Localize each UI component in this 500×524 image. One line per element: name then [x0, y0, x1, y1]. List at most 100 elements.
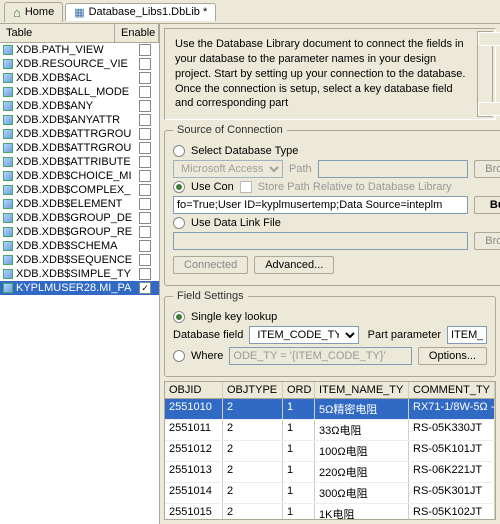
enable-checkbox[interactable]: ✓	[139, 282, 151, 294]
grid-row[interactable]: 2551015211K电阻RS-05K102JT	[165, 504, 495, 519]
enable-checkbox[interactable]	[139, 128, 151, 140]
part-param-input[interactable]	[447, 326, 487, 344]
table-icon	[3, 45, 13, 55]
store-relative-checkbox	[240, 181, 252, 193]
grid-cell: 2551011	[165, 420, 223, 440]
table-item-label: XDB.XDB$ELEMENT	[16, 198, 139, 210]
table-list-item[interactable]: XDB.XDB$SIMPLE_TY	[0, 267, 159, 281]
grid-cell: RX71-1/8W-5Ω -0.0	[409, 399, 495, 419]
table-list-item[interactable]: XDB.XDB$GROUP_DE	[0, 211, 159, 225]
grid-cell: 1K电阻	[315, 504, 409, 519]
radio-select-db-type[interactable]	[173, 145, 185, 157]
grid-row[interactable]: 255101221100Ω电阻RS-05K101JT	[165, 441, 495, 462]
enable-checkbox[interactable]	[139, 156, 151, 168]
store-relative-label: Store Path Relative to Database Library	[258, 181, 452, 193]
enable-checkbox[interactable]	[139, 44, 151, 56]
enable-checkbox[interactable]	[139, 58, 151, 70]
table-list-header: Table Enable	[0, 24, 159, 43]
grid-cell: 2	[223, 462, 283, 482]
enable-checkbox[interactable]	[139, 268, 151, 280]
table-list-item[interactable]: XDB.XDB$COMPLEX_	[0, 183, 159, 197]
enable-checkbox[interactable]	[139, 114, 151, 126]
enable-checkbox[interactable]	[139, 142, 151, 154]
connection-string-input[interactable]	[173, 196, 468, 214]
options-button[interactable]: Options...	[418, 347, 487, 365]
grid-column-header[interactable]: ITEM_NAME_TY	[315, 382, 409, 398]
enable-checkbox[interactable]	[139, 212, 151, 224]
source-legend: Source of Connection	[173, 124, 287, 136]
home-icon	[13, 5, 21, 20]
table-list-item[interactable]: XDB.XDB$ATTRIBUTE	[0, 155, 159, 169]
radio-single-key[interactable]	[173, 311, 185, 323]
table-list-item[interactable]: XDB.XDB$ATTRGROU	[0, 127, 159, 141]
table-list-item[interactable]: XDB.XDB$ATTRGROU	[0, 141, 159, 155]
table-item-label: XDB.XDB$ANY	[16, 100, 139, 112]
enable-checkbox[interactable]	[139, 184, 151, 196]
grid-column-header[interactable]: ORD	[283, 382, 315, 398]
table-list-panel: Table Enable XDB.PATH_VIEWXDB.RESOURCE_V…	[0, 24, 160, 524]
grid-cell: 2	[223, 420, 283, 440]
radio-where[interactable]	[173, 350, 185, 362]
grid-row[interactable]: 2551010215Ω精密电阻RX71-1/8W-5Ω -0.0	[165, 399, 495, 420]
enable-checkbox[interactable]	[139, 100, 151, 112]
enable-checkbox[interactable]	[139, 254, 151, 266]
table-list-item[interactable]: XDB.RESOURCE_VIE	[0, 57, 159, 71]
db-type-select: Microsoft Access	[173, 160, 283, 178]
enable-checkbox[interactable]	[139, 86, 151, 98]
table-list-item[interactable]: XDB.XDB$GROUP_RE	[0, 225, 159, 239]
description-text: Use the Database Library document to con…	[175, 38, 465, 109]
table-list-item[interactable]: XDB.XDB$SEQUENCE	[0, 253, 159, 267]
db-icon	[74, 6, 84, 19]
scroll-up-icon[interactable]: ▴	[478, 32, 500, 46]
tab-home[interactable]: Home	[4, 2, 63, 22]
build-button[interactable]: Build	[474, 196, 500, 214]
table-list-item[interactable]: XDB.XDB$CHOICE_MI	[0, 169, 159, 183]
enable-checkbox[interactable]	[139, 198, 151, 210]
grid-header[interactable]: OBJIDOBJTYPEORDITEM_NAME_TYCOMMENT_TY	[165, 382, 495, 399]
grid-column-header[interactable]: OBJTYPE	[223, 382, 283, 398]
table-icon	[3, 73, 13, 83]
table-icon	[3, 171, 13, 181]
table-list-item[interactable]: XDB.PATH_VIEW	[0, 43, 159, 57]
table-list-item[interactable]: KYPLMUSER28.MI_PA✓	[0, 281, 159, 295]
tab-document[interactable]: Database_Libs1.DbLib *	[65, 3, 216, 21]
label-use-data-link: Use Data Link File	[191, 217, 281, 229]
table-list[interactable]: XDB.PATH_VIEWXDB.RESOURCE_VIEXDB.XDB$ACL…	[0, 43, 159, 524]
grid-row[interactable]: 25510112133Ω电阻RS-05K330JT	[165, 420, 495, 441]
grid-column-header[interactable]: COMMENT_TY	[409, 382, 495, 398]
table-list-item[interactable]: XDB.XDB$ELEMENT	[0, 197, 159, 211]
enable-checkbox[interactable]	[139, 240, 151, 252]
part-param-label: Part parameter	[368, 329, 441, 341]
table-item-label: XDB.XDB$SEQUENCE	[16, 254, 139, 266]
db-field-label: Database field	[173, 329, 243, 341]
col-table[interactable]: Table	[0, 24, 115, 42]
table-list-item[interactable]: XDB.XDB$ACL	[0, 71, 159, 85]
description-box: Use the Database Library document to con…	[164, 28, 496, 120]
enable-checkbox[interactable]	[139, 170, 151, 182]
db-field-select[interactable]: ITEM_CODE_TY	[249, 326, 359, 344]
radio-use-connection[interactable]	[173, 181, 185, 193]
table-icon	[3, 227, 13, 237]
description-scrollbar[interactable]: ▴ ▾	[477, 31, 493, 117]
table-item-label: XDB.XDB$COMPLEX_	[16, 184, 139, 196]
enable-checkbox[interactable]	[139, 72, 151, 84]
grid-cell: RS-05K330JT	[409, 420, 495, 440]
advanced-button[interactable]: Advanced...	[254, 256, 334, 274]
radio-use-data-link[interactable]	[173, 217, 185, 229]
grid-body[interactable]: 2551010215Ω精密电阻RX71-1/8W-5Ω -0.025510112…	[165, 399, 495, 519]
grid-row[interactable]: 255101321220Ω电阻RS-06K221JT	[165, 462, 495, 483]
table-list-item[interactable]: XDB.XDB$SCHEMA	[0, 239, 159, 253]
col-enable[interactable]: Enable	[115, 24, 159, 42]
table-icon	[3, 101, 13, 111]
table-list-item[interactable]: XDB.XDB$ALL_MODE	[0, 85, 159, 99]
enable-checkbox[interactable]	[139, 226, 151, 238]
scroll-down-icon[interactable]: ▾	[478, 102, 500, 116]
where-input	[229, 347, 412, 365]
data-link-input	[173, 232, 468, 250]
grid-cell: 1	[283, 399, 315, 419]
table-list-item[interactable]: XDB.XDB$ANYATTR	[0, 113, 159, 127]
table-list-item[interactable]: XDB.XDB$ANY	[0, 99, 159, 113]
grid-row[interactable]: 255101421300Ω电阻RS-05K301JT	[165, 483, 495, 504]
grid-column-header[interactable]: OBJID	[165, 382, 223, 398]
table-icon	[3, 157, 13, 167]
